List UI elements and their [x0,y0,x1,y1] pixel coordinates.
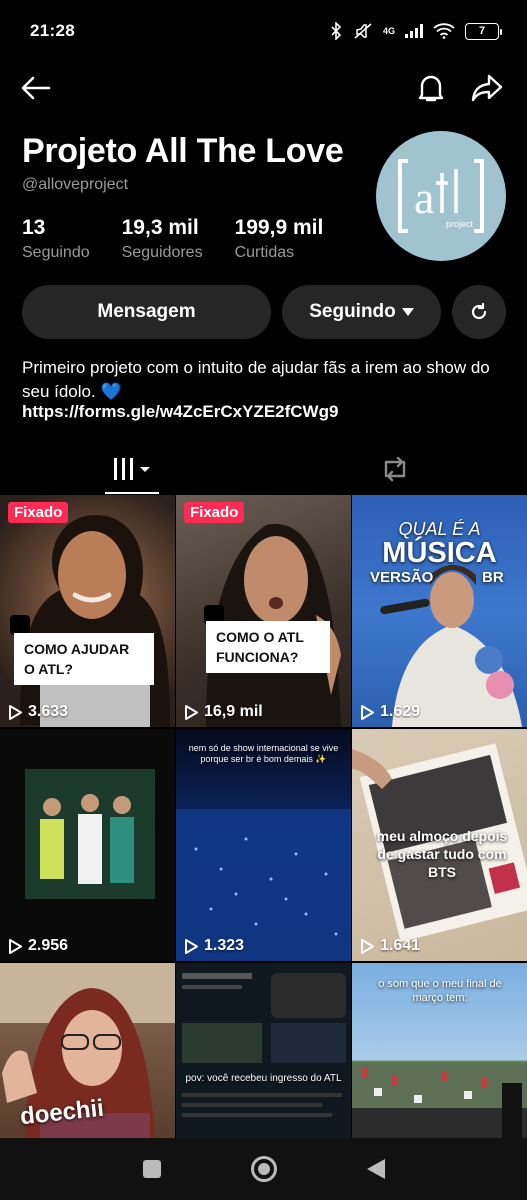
video-caption: COMO AJUDAR O ATL? [14,633,154,685]
profile-stats: 13 Seguindo 19,3 mil Seguidores 199,9 mi… [22,216,323,262]
atl-logo-icon: a project [398,159,484,233]
video-tile[interactable]: doechii [0,963,175,1139]
stat-label: Seguindo [22,244,90,261]
view-count-value: 16,9 mil [204,703,263,720]
view-count-value: 1.323 [204,937,245,954]
stat-label: Seguidores [121,244,203,261]
profile-handle: @alloveproject [22,176,129,193]
repost-icon [385,456,406,482]
system-nav-bar [0,1138,527,1200]
share-button[interactable] [467,68,507,108]
video-tile[interactable]: o som que o meu final de março tem: [352,963,527,1139]
view-count-value: 1.629 [380,703,421,720]
message-button-label: Mensagem [97,301,196,322]
battery-icon: 7 [465,22,502,40]
thumbnail-girl-smiling [20,515,170,727]
share-icon [471,74,503,102]
stat-followers[interactable]: 19,3 mil Seguidores [122,216,203,262]
view-count: 16,9 mil [185,703,263,721]
video-tile[interactable]: QUAL É A MÚSICA VERSÃO BR 1.629 [352,495,527,727]
notifications-button[interactable] [411,68,451,108]
video-title-line: MÚSICA [382,537,497,569]
view-count: 1.323 [185,937,244,955]
pinned-badge: Fixado [8,502,69,523]
video-tile[interactable]: Fixado COMO AJUDAR O ATL? 3.633 [0,495,175,727]
battery-level: 7 [478,25,486,37]
video-overlay-text: pov: você recebeu ingresso do ATL [185,1073,342,1084]
tiktok-logo-icon [10,615,30,635]
view-count: 1.641 [361,937,420,955]
view-count-value: 3.633 [28,703,69,720]
view-count: 3.633 [9,703,68,721]
triangle-back-icon [366,1159,385,1179]
home-button[interactable] [250,1155,278,1183]
recents-button[interactable] [142,1159,162,1179]
profile-actions: Mensagem Seguindo [22,285,506,339]
video-tile[interactable]: 2.956 [0,729,175,961]
profile-link[interactable]: https://forms.gle/w4ZcErCxYZE2fCWg9 [22,402,338,422]
stat-likes[interactable]: 199,9 mil Curtidas [235,216,324,262]
refresh-button[interactable] [452,285,506,339]
view-count-value: 1.641 [380,937,421,954]
square-icon [142,1160,161,1178]
arrow-left-icon [21,76,51,100]
view-count: 2.956 [9,937,68,955]
back-button[interactable] [16,68,56,108]
stat-label: Curtidas [234,244,295,261]
wifi-icon [433,23,455,39]
svg-text:a: a [414,172,434,223]
stat-value: 13 [22,216,46,239]
video-title-line: BR [482,569,504,586]
play-icon [9,704,22,720]
pinned-badge: Fixado [184,502,245,523]
bell-icon [418,75,444,102]
message-button[interactable]: Mensagem [22,285,271,339]
video-title-line: VERSÃO [370,569,434,586]
status-icons: 4G 7 [329,22,502,40]
status-bar: 21:28 4G 7 [0,0,527,62]
play-icon [9,938,22,954]
video-tile[interactable]: nem só de show internacional se vive por… [176,729,351,961]
top-nav [0,62,527,112]
stat-value: 199,9 mil [234,216,324,239]
tab-reposts[interactable] [264,444,527,494]
video-tile[interactable]: meu almoço depois de gastar tudo com BTS… [352,729,527,961]
video-grid: Fixado COMO AJUDAR O ATL? 3.633 Fixado C… [0,495,527,1139]
play-icon [185,938,198,954]
stat-following[interactable]: 13 Seguindo [22,216,90,262]
profile-tabs [0,444,527,494]
following-button[interactable]: Seguindo [282,285,441,339]
profile-bio: Primeiro projeto com o intuito de ajudar… [22,358,490,401]
tab-videos[interactable] [0,444,264,494]
back-nav-button[interactable] [366,1158,386,1180]
video-caption: COMO O ATL FUNCIONA? [206,621,330,673]
thumbnail-girl-talking [206,524,341,727]
following-button-label: Seguindo [309,301,396,322]
video-overlay-text: o som que o meu final de março tem: [378,978,502,1004]
stat-value: 19,3 mil [121,216,199,239]
play-icon [185,704,198,720]
video-tile[interactable]: Fixado COMO O ATL FUNCIONA? 16,9 mil [176,495,351,727]
play-icon [361,938,374,954]
profile-name: Projeto All The Love [22,132,344,170]
mute-icon [353,22,373,40]
bluetooth-icon [329,22,343,40]
video-overlay-text: nem só de show internacional se vive por… [188,743,339,764]
grid-videos-icon [113,458,150,480]
avatar-label: project [446,219,474,229]
play-icon [361,704,374,720]
network-type: 4G [382,26,395,36]
caret-down-icon [401,308,414,316]
signal-icon [405,24,423,38]
avatar[interactable]: a project [376,131,506,261]
video-tile[interactable]: pov: você recebeu ingresso do ATL [176,963,351,1139]
circle-icon [250,1156,277,1182]
refresh-icon [471,303,487,320]
video-overlay-text: meu almoço depois de gastar tudo com BTS [376,828,508,880]
thumbnail-chat-screenshot [176,963,351,1139]
thumbnail-concert-band [25,769,155,899]
view-count: 1.629 [361,703,420,721]
view-count-value: 2.956 [28,937,69,954]
status-time: 21:28 [30,21,75,40]
